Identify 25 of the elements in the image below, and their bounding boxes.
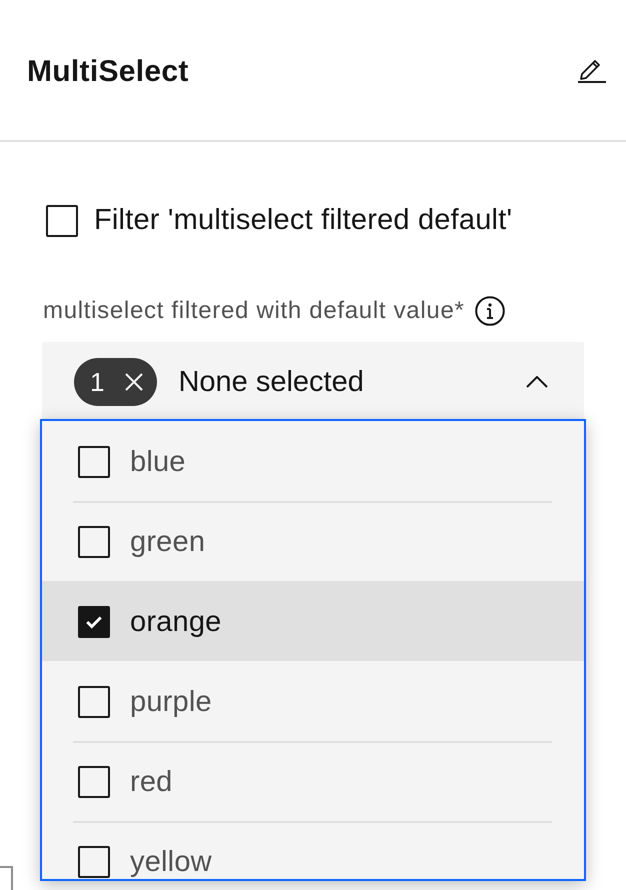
multiselect-field[interactable]: 1 None selected [42, 342, 584, 422]
checkbox[interactable] [46, 204, 78, 236]
option-item[interactable]: purple [42, 661, 584, 741]
checkbox[interactable] [78, 686, 110, 718]
clear-selection-button[interactable] [125, 373, 144, 391]
filter-input[interactable]: None selected [178, 366, 505, 398]
edit-button[interactable] [578, 57, 606, 83]
checkbox-label: Filter 'multiselect filtered default' [94, 204, 512, 237]
info-icon[interactable] [474, 296, 505, 326]
option-item[interactable]: orange [42, 581, 584, 661]
checkbox[interactable] [78, 846, 110, 878]
chevron-up-icon [526, 376, 548, 388]
option-item[interactable]: blue [42, 421, 584, 501]
option-item[interactable]: red [42, 741, 584, 821]
checkbox[interactable] [78, 766, 110, 798]
pencil-icon [578, 57, 606, 83]
checkbox[interactable] [78, 606, 110, 638]
option-item[interactable]: yellow [42, 821, 584, 879]
field-label: multiselect filtered with default value* [43, 297, 465, 325]
panel-title: MultiSelect [27, 55, 189, 89]
checkmark-icon [85, 615, 103, 629]
close-icon [125, 373, 144, 391]
selection-count: 1 [90, 366, 104, 398]
checkbox[interactable] [78, 526, 110, 558]
checkbox[interactable] [78, 446, 110, 478]
